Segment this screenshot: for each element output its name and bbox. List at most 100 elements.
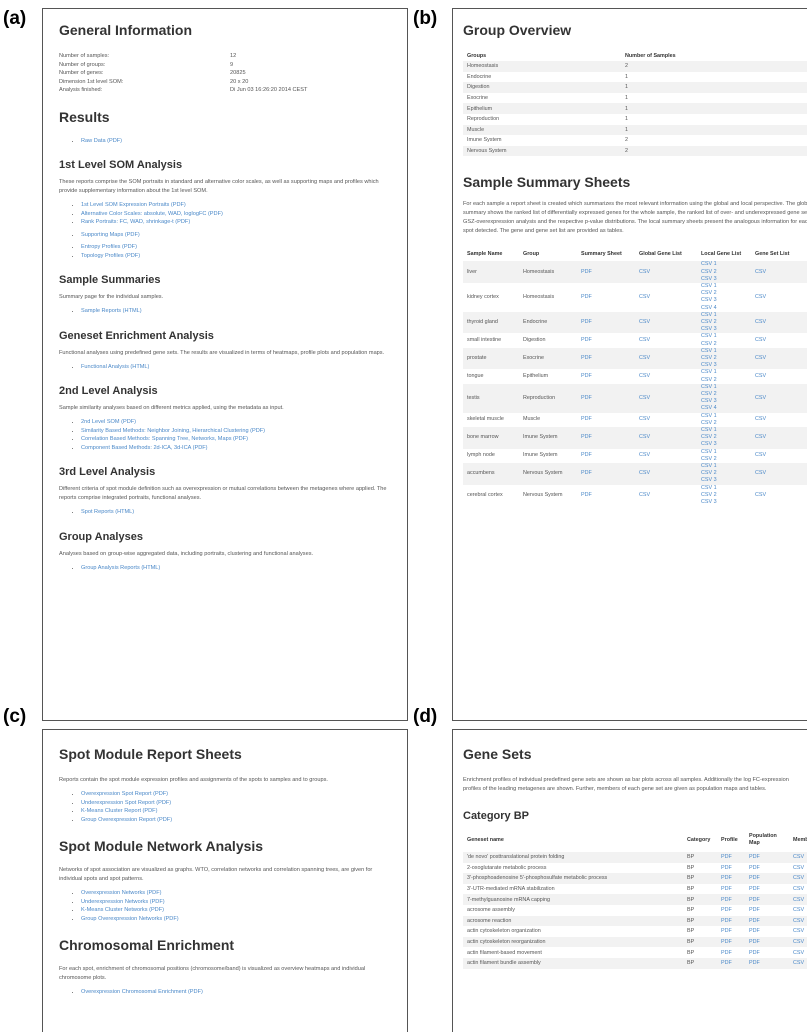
profile-link[interactable]: PDF <box>717 852 745 863</box>
local-gene-list-link[interactable]: CSV 3 <box>701 276 747 283</box>
local-gene-list-link[interactable]: CSV 1 <box>701 449 747 456</box>
local-gene-list-link[interactable]: CSV 1 <box>701 312 747 319</box>
summary-sheet-link[interactable]: PDF <box>577 261 635 283</box>
local-gene-list-link[interactable]: CSV 4 <box>701 305 747 312</box>
local-gene-list-link[interactable]: CSV 3 <box>701 477 747 484</box>
members-link[interactable]: CSV <box>789 884 807 895</box>
local-gene-list-link[interactable]: CSV 1 <box>701 463 747 470</box>
gene-set-list-link[interactable]: CSV <box>751 283 807 312</box>
local-gene-list-link[interactable]: CSV 2 <box>701 377 747 384</box>
profile-link[interactable]: PDF <box>717 863 745 874</box>
report-link[interactable]: Underexpression Spot Report (PDF) <box>81 800 171 806</box>
gene-set-list-link[interactable]: CSV <box>751 347 807 370</box>
profile-link[interactable]: PDF <box>717 936 745 948</box>
summary-sheet-link[interactable]: PDF <box>577 463 635 485</box>
population-map-link[interactable]: PDF <box>745 873 789 884</box>
gene-set-list-link[interactable]: CSV <box>751 413 807 427</box>
summary-sheet-link[interactable]: PDF <box>577 347 635 370</box>
global-gene-list-link[interactable]: CSV <box>635 427 697 449</box>
gene-set-list-link[interactable]: CSV <box>751 261 807 283</box>
report-link[interactable]: Supporting Maps (PDF) <box>81 232 140 238</box>
population-map-link[interactable]: PDF <box>745 852 789 863</box>
global-gene-list-link[interactable]: CSV <box>635 283 697 312</box>
gene-set-list-link[interactable]: CSV <box>751 449 807 463</box>
local-gene-list-link[interactable]: CSV 1 <box>701 333 747 340</box>
local-gene-list-link[interactable]: CSV 3 <box>701 441 747 448</box>
members-link[interactable]: CSV <box>789 936 807 948</box>
local-gene-list-link[interactable]: CSV 2 <box>701 420 747 427</box>
report-link[interactable]: Group Analysis Reports (HTML) <box>81 565 160 571</box>
local-gene-list-link[interactable]: CSV 2 <box>701 492 747 499</box>
profile-link[interactable]: PDF <box>717 957 745 969</box>
gene-set-list-link[interactable]: CSV <box>751 485 807 507</box>
report-link[interactable]: Entropy Profiles (PDF) <box>81 244 137 250</box>
summary-sheet-link[interactable]: PDF <box>577 283 635 312</box>
report-link[interactable]: Group Overexpression Report (PDF) <box>81 817 172 823</box>
report-link[interactable]: 1st Level SOM Expression Portraits (PDF) <box>81 202 186 208</box>
report-link[interactable]: K-Means Cluster Report (PDF) <box>81 808 157 814</box>
gene-set-list-link[interactable]: CSV <box>751 427 807 449</box>
report-link[interactable]: Underexpression Networks (PDF) <box>81 899 165 905</box>
global-gene-list-link[interactable]: CSV <box>635 347 697 370</box>
report-link[interactable]: Overexpression Chromosomal Enrichment (P… <box>81 989 203 995</box>
profile-link[interactable]: PDF <box>717 894 745 905</box>
members-link[interactable]: CSV <box>789 863 807 874</box>
profile-link[interactable]: PDF <box>717 915 745 927</box>
local-gene-list-link[interactable]: CSV 1 <box>701 348 747 355</box>
global-gene-list-link[interactable]: CSV <box>635 261 697 283</box>
report-link[interactable]: Topology Profiles (PDF) <box>81 253 140 259</box>
local-gene-list-link[interactable]: CSV 2 <box>701 319 747 326</box>
summary-sheet-link[interactable]: PDF <box>577 427 635 449</box>
profile-link[interactable]: PDF <box>717 926 745 937</box>
local-gene-list-link[interactable]: CSV 1 <box>701 384 747 391</box>
global-gene-list-link[interactable]: CSV <box>635 485 697 507</box>
population-map-link[interactable]: PDF <box>745 894 789 905</box>
profile-link[interactable]: PDF <box>717 947 745 958</box>
population-map-link[interactable]: PDF <box>745 926 789 937</box>
local-gene-list-link[interactable]: CSV 1 <box>701 413 747 420</box>
summary-sheet-link[interactable]: PDF <box>577 369 635 383</box>
members-link[interactable]: CSV <box>789 894 807 905</box>
report-link[interactable]: 2nd Level SOM (PDF) <box>81 419 136 425</box>
members-link[interactable]: CSV <box>789 852 807 863</box>
local-gene-list-link[interactable]: CSV 3 <box>701 326 747 333</box>
members-link[interactable]: CSV <box>789 873 807 884</box>
summary-sheet-link[interactable]: PDF <box>577 383 635 413</box>
local-gene-list-link[interactable]: CSV 3 <box>701 398 747 405</box>
report-link[interactable]: Sample Reports (HTML) <box>81 308 142 314</box>
report-link[interactable]: Component Based Methods: 2d-ICA, 3d-ICA … <box>81 445 208 451</box>
raw-data-link[interactable]: Raw Data (PDF) <box>81 138 122 144</box>
population-map-link[interactable]: PDF <box>745 863 789 874</box>
summary-sheet-link[interactable]: PDF <box>577 449 635 463</box>
summary-sheet-link[interactable]: PDF <box>577 311 635 334</box>
global-gene-list-link[interactable]: CSV <box>635 449 697 463</box>
population-map-link[interactable]: PDF <box>745 957 789 969</box>
local-gene-list-link[interactable]: CSV 2 <box>701 341 747 348</box>
report-link[interactable]: Overexpression Spot Report (PDF) <box>81 791 168 797</box>
local-gene-list-link[interactable]: CSV 2 <box>701 269 747 276</box>
local-gene-list-link[interactable]: CSV 3 <box>701 297 747 304</box>
summary-sheet-link[interactable]: PDF <box>577 333 635 347</box>
members-link[interactable]: CSV <box>789 926 807 937</box>
gene-set-list-link[interactable]: CSV <box>751 311 807 334</box>
global-gene-list-link[interactable]: CSV <box>635 333 697 347</box>
report-link[interactable]: Rank Portraits: FC, WAD, shrinkage-t (PD… <box>81 219 190 225</box>
population-map-link[interactable]: PDF <box>745 915 789 927</box>
local-gene-list-link[interactable]: CSV 1 <box>701 369 747 376</box>
summary-sheet-link[interactable]: PDF <box>577 485 635 507</box>
members-link[interactable]: CSV <box>789 957 807 969</box>
local-gene-list-link[interactable]: CSV 1 <box>701 283 747 290</box>
report-link[interactable]: Functional Analysis (HTML) <box>81 364 149 370</box>
report-link[interactable]: Group Overexpression Networks (PDF) <box>81 916 179 922</box>
report-link[interactable]: Similarity Based Methods: Neighbor Joini… <box>81 428 265 434</box>
summary-sheet-link[interactable]: PDF <box>577 413 635 427</box>
local-gene-list-link[interactable]: CSV 2 <box>701 470 747 477</box>
report-link[interactable]: Overexpression Networks (PDF) <box>81 890 162 896</box>
report-link[interactable]: K-Means Cluster Networks (PDF) <box>81 907 164 913</box>
gene-set-list-link[interactable]: CSV <box>751 383 807 413</box>
profile-link[interactable]: PDF <box>717 905 745 916</box>
local-gene-list-link[interactable]: CSV 4 <box>701 405 747 412</box>
local-gene-list-link[interactable]: CSV 2 <box>701 355 747 362</box>
local-gene-list-link[interactable]: CSV 1 <box>701 427 747 434</box>
local-gene-list-link[interactable]: CSV 2 <box>701 391 747 398</box>
